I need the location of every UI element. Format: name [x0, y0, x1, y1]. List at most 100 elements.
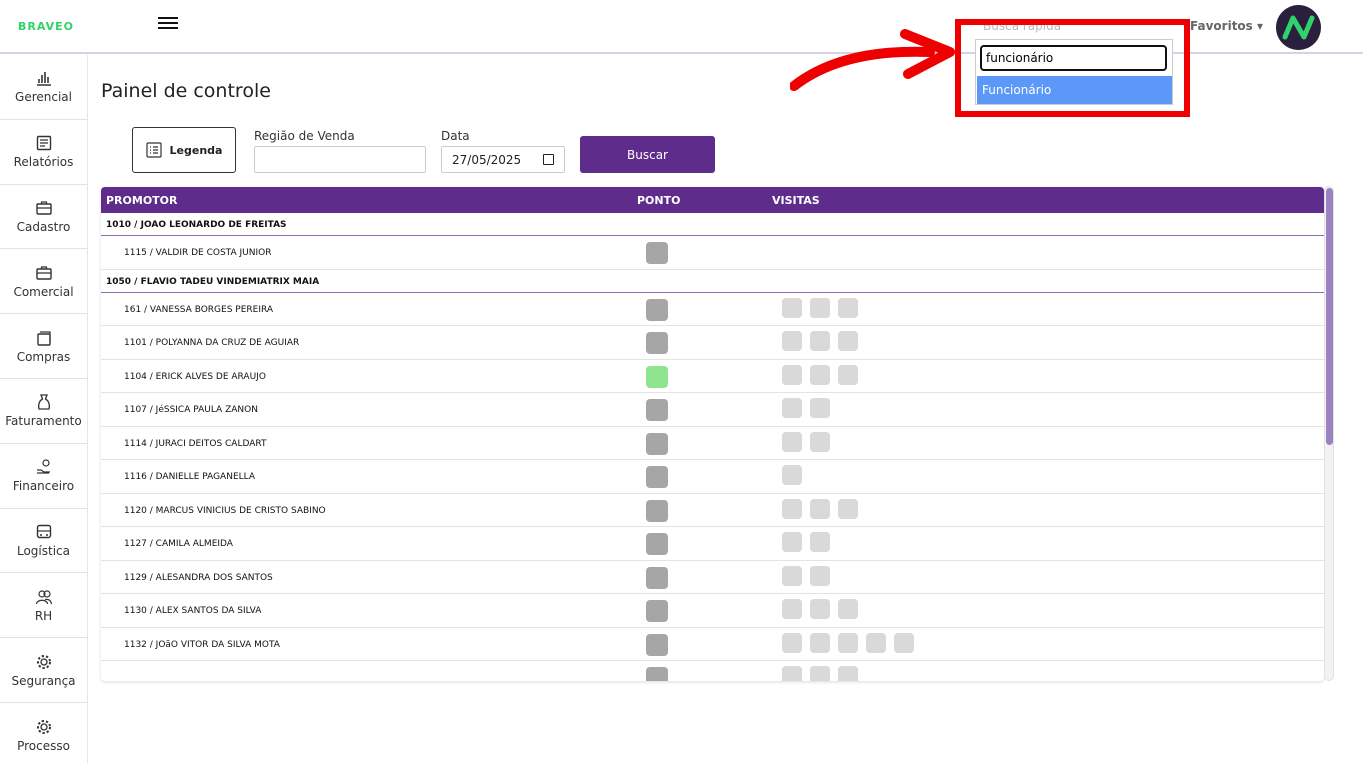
red-arrow-annotation-icon — [790, 29, 955, 91]
visits-group — [782, 599, 858, 619]
table-row: 1129 / ALESANDRA DOS SANTOS — [101, 561, 1324, 594]
sidebar-item-processo[interactable]: Processo — [0, 703, 87, 768]
visit-box[interactable] — [838, 364, 858, 385]
visit-box[interactable] — [838, 331, 858, 351]
visit-box[interactable] — [838, 666, 858, 681]
visit-box[interactable] — [782, 632, 802, 653]
visit-box[interactable] — [810, 331, 830, 351]
promoter-name: 1010 / JOAO LEONARDO DE FREITAS — [106, 220, 287, 230]
ponto-status[interactable] — [646, 667, 668, 681]
sidebar-item-gerencial[interactable]: Gerencial — [0, 55, 87, 120]
table-row: 1114 / JURACI DEITOS CALDART — [101, 427, 1324, 460]
braveo-logo[interactable]: BRAVEO — [18, 20, 74, 33]
sidebar-item-rh[interactable]: RH — [0, 573, 87, 639]
promoter-name: 161 / VANESSA BORGES PEREIRA — [124, 304, 274, 315]
ponto-status[interactable] — [646, 499, 668, 522]
quick-search-input[interactable] — [980, 45, 1167, 71]
ponto-status[interactable] — [646, 633, 668, 656]
visit-box[interactable] — [894, 632, 914, 653]
visits-group — [782, 398, 830, 418]
header-ponto: PONTO — [637, 194, 681, 207]
legend-button-label: Legenda — [169, 143, 223, 157]
visit-box[interactable] — [810, 666, 830, 681]
visit-box[interactable] — [810, 632, 830, 653]
visit-box[interactable] — [810, 498, 830, 519]
ponto-status[interactable] — [646, 432, 668, 455]
visit-box[interactable] — [838, 632, 858, 653]
promoter-name: 1050 / FLAVIO TADEU VINDEMIATRIX MAIA — [106, 276, 320, 287]
visit-box[interactable] — [838, 498, 858, 519]
money-bag-icon — [37, 394, 50, 411]
sidebar-item-financeiro[interactable]: Financeiro — [0, 444, 87, 509]
hand-coins-icon — [36, 459, 50, 474]
calendar-icon[interactable] — [543, 154, 554, 165]
hamburger-menu-icon[interactable] — [158, 14, 178, 34]
promoter-name: 1101 / POLYANNA DA CRUZ DE AGUIAR — [124, 338, 300, 348]
bus-icon — [36, 524, 51, 539]
visit-box[interactable] — [810, 599, 830, 619]
table-body: 1010 / JOAO LEONARDO DE FREITAS 1115 / VA… — [101, 213, 1324, 681]
ponto-status[interactable] — [646, 566, 668, 589]
sidebar-item-label: Segurança — [11, 673, 76, 688]
ponto-status[interactable] — [646, 399, 668, 421]
table-header: PROMOTOR PONTO VISITAS — [101, 187, 1324, 213]
date-input[interactable]: 27/05/2025 — [441, 146, 565, 173]
sidebar-item-logistica[interactable]: Logística — [0, 509, 87, 574]
visit-box[interactable] — [782, 666, 802, 681]
ponto-status[interactable] — [646, 242, 668, 264]
page-title: Painel de controle — [101, 80, 271, 102]
visit-box[interactable] — [782, 498, 802, 519]
visit-box[interactable] — [838, 297, 858, 318]
sidebar-item-compras[interactable]: Compras — [0, 314, 87, 379]
ponto-status[interactable] — [646, 365, 668, 388]
braveo-avatar-icon[interactable] — [1276, 5, 1321, 50]
visit-box[interactable] — [810, 565, 830, 586]
promoter-name: 1130 / ALEX SANTOS DA SILVA — [124, 606, 262, 616]
visits-group — [782, 465, 802, 485]
ponto-status[interactable] — [646, 600, 668, 622]
visit-box[interactable] — [782, 465, 802, 485]
visit-box[interactable] — [782, 297, 802, 318]
visit-box[interactable] — [810, 364, 830, 385]
table-row — [101, 661, 1324, 681]
visit-box[interactable] — [866, 632, 886, 653]
visit-box[interactable] — [782, 364, 802, 385]
ponto-status[interactable] — [646, 533, 668, 555]
search-button[interactable]: Buscar — [580, 136, 715, 173]
scrollbar-thumb[interactable] — [1326, 188, 1333, 445]
promoter-name: 1104 / ERICK ALVES DE ARAUJO — [124, 371, 266, 382]
visits-group — [782, 632, 914, 653]
sidebar-item-relatorios[interactable]: Relatórios — [0, 120, 87, 185]
visit-box[interactable] — [810, 297, 830, 318]
legend-button[interactable]: Legenda — [132, 127, 236, 173]
ponto-status[interactable] — [646, 298, 668, 321]
quick-search-option-funcionario[interactable]: Funcionário — [977, 76, 1172, 104]
bar-chart-icon — [36, 72, 51, 87]
visit-box[interactable] — [810, 398, 830, 418]
visit-box[interactable] — [782, 431, 802, 452]
regiao-input[interactable] — [254, 146, 426, 173]
table-scrollbar[interactable] — [1324, 186, 1334, 681]
ponto-status[interactable] — [646, 332, 668, 354]
sidebar-item-seguranca[interactable]: Segurança — [0, 638, 87, 703]
sidebar-item-cadastro[interactable]: Cadastro — [0, 185, 87, 250]
visit-box[interactable] — [810, 431, 830, 452]
sidebar-item-label: Cadastro — [16, 219, 71, 234]
promoter-name: 1127 / CAMILA ALMEIDA — [124, 539, 233, 549]
sidebar-item-label: Faturamento — [5, 414, 82, 429]
visit-box[interactable] — [782, 565, 802, 586]
visit-box[interactable] — [782, 532, 802, 552]
sidebar-item-faturamento[interactable]: Faturamento — [0, 379, 87, 444]
visit-box[interactable] — [782, 398, 802, 418]
visit-box[interactable] — [782, 599, 802, 619]
gear-icon — [36, 719, 51, 734]
favorites-menu[interactable]: Favoritos ▾ — [1190, 19, 1263, 33]
sidebar-item-comercial[interactable]: Comercial — [0, 249, 87, 315]
report-icon — [36, 135, 51, 151]
visit-box[interactable] — [782, 331, 802, 351]
visit-box[interactable] — [810, 532, 830, 552]
ponto-status[interactable] — [646, 466, 668, 488]
visit-box[interactable] — [838, 599, 858, 619]
promoter-name: 1116 / DANIELLE PAGANELLA — [124, 472, 256, 482]
visits-group — [782, 666, 858, 681]
